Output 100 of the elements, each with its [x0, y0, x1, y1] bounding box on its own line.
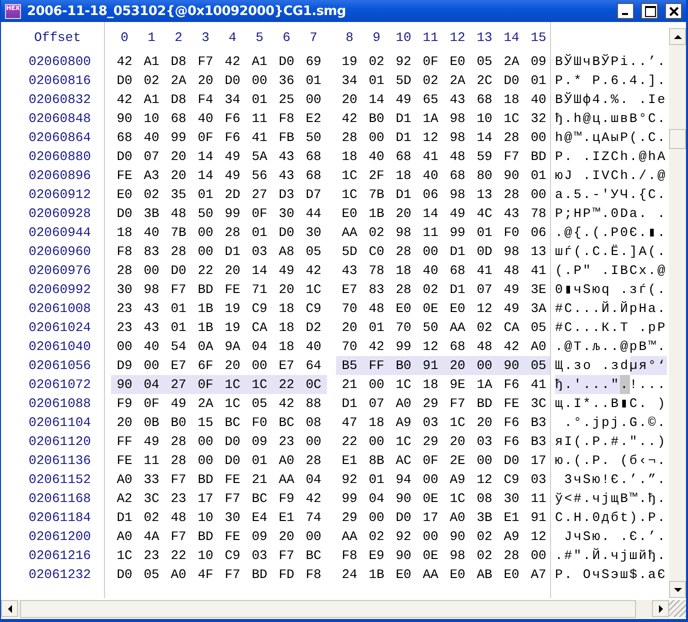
- hex-byte: 3C: [530, 395, 548, 413]
- hex-byte: 90: [448, 528, 466, 546]
- hex-byte: B0: [368, 110, 386, 128]
- text-preview: #C...К.Т .pP: [554, 319, 668, 337]
- hex-byte: 00: [142, 357, 160, 375]
- hex-byte: E0: [116, 186, 134, 204]
- hex-byte: 50: [196, 205, 214, 223]
- hex-byte: 68: [448, 262, 466, 280]
- hex-byte: 23: [170, 490, 188, 508]
- hex-byte: D7: [304, 186, 322, 204]
- offset-cell-text: 02061216: [28, 547, 92, 565]
- hex-byte: 02: [368, 224, 386, 242]
- hex-byte: 30: [278, 205, 296, 223]
- column-header: 15: [530, 30, 548, 44]
- hex-byte: 1C: [394, 433, 412, 451]
- hex-byte: E7: [278, 357, 296, 375]
- hex-byte: 14: [250, 262, 268, 280]
- hex-byte: E7: [340, 281, 358, 299]
- hex-byte: 20: [116, 414, 134, 432]
- hex-byte: 06: [422, 186, 440, 204]
- hex-byte: 0F: [192, 375, 219, 394]
- hex-byte: E9: [368, 547, 386, 565]
- hex-byte: F8: [340, 547, 358, 565]
- hex-byte: D0: [278, 224, 296, 242]
- hex-byte: F6: [502, 376, 520, 394]
- hex-byte: 05: [525, 356, 550, 375]
- hex-byte: D0: [116, 205, 134, 223]
- hex-byte: 34: [340, 72, 358, 90]
- hex-byte: 1C: [219, 375, 246, 394]
- hex-byte: 43: [340, 262, 358, 280]
- hex-byte: 18: [502, 91, 520, 109]
- hex-byte: D0: [502, 72, 520, 90]
- hex-byte: 12: [476, 300, 494, 318]
- close-button[interactable]: [665, 3, 682, 19]
- hex-byte: 4A: [142, 528, 160, 546]
- hex-byte: 33: [142, 471, 160, 489]
- hex-byte: 14: [476, 129, 494, 147]
- hex-byte: 40: [196, 110, 214, 128]
- text-preview: Р;HP™.0Dа. .: [554, 205, 668, 223]
- hex-byte: 9E: [448, 376, 466, 394]
- hex-byte: 41: [250, 129, 268, 147]
- hex-byte: 12: [422, 338, 440, 356]
- hex-byte: BC: [224, 414, 242, 432]
- scroll-right-button[interactable]: [652, 600, 669, 617]
- hex-byte: 2E: [448, 452, 466, 470]
- column-header: 7: [308, 30, 318, 44]
- hex-byte: 28: [170, 243, 188, 261]
- hex-byte: E1: [340, 452, 358, 470]
- hex-byte: 36: [278, 72, 296, 90]
- hex-byte: 00: [368, 129, 386, 147]
- hex-byte: D0: [116, 72, 134, 90]
- hex-byte: 90: [394, 490, 412, 508]
- offset-cell-text: 02061200: [28, 528, 92, 546]
- hex-byte: 22: [340, 433, 358, 451]
- scroll-up-button[interactable]: [669, 28, 686, 45]
- hex-byte: 2A: [502, 53, 520, 71]
- hex-byte: 88: [304, 395, 322, 413]
- hex-byte: FE: [116, 452, 134, 470]
- hex-byte: 44: [304, 205, 322, 223]
- hex-byte: 99: [224, 205, 242, 223]
- minimize-button[interactable]: [617, 3, 634, 19]
- scrollbar-thumb[interactable]: [669, 129, 686, 149]
- hex-byte: 14: [196, 167, 214, 185]
- hex-byte: 22: [170, 547, 188, 565]
- hex-byte: 3B: [476, 509, 494, 527]
- hex-byte: 83: [368, 281, 386, 299]
- column-header: 8: [344, 30, 354, 44]
- hex-byte: 78: [368, 262, 386, 280]
- offset-cell-text: 02060944: [28, 224, 92, 242]
- hex-byte: 17: [530, 452, 548, 470]
- hex-byte: 01: [170, 319, 188, 337]
- text-preview: BЎШчBЎРi..’.: [554, 53, 668, 71]
- maximize-button[interactable]: [641, 3, 658, 19]
- hex-byte: 01: [196, 186, 214, 204]
- hex-byte: D0: [278, 53, 296, 71]
- hex-byte: F6: [224, 129, 242, 147]
- vertical-scrollbar[interactable]: [669, 28, 686, 598]
- hex-byte: 01: [304, 72, 322, 90]
- scroll-down-button[interactable]: [669, 581, 686, 598]
- hex-byte: B0: [390, 356, 417, 375]
- hex-byte: 3B: [142, 205, 160, 223]
- hex-byte: 59: [476, 148, 494, 166]
- hex-byte: FE: [224, 528, 242, 546]
- size-grip[interactable]: [669, 600, 686, 617]
- hex-byte: 70: [340, 300, 358, 318]
- hex-byte: 41: [530, 262, 548, 280]
- hex-byte: 01: [250, 91, 268, 109]
- hex-byte: 68: [304, 148, 322, 166]
- hex-byte: 11: [250, 110, 268, 128]
- hex-byte: E0: [340, 205, 358, 223]
- hex-byte: 14: [196, 148, 214, 166]
- hex-byte: F8: [116, 243, 134, 261]
- hex-byte: D1: [224, 243, 242, 261]
- hex-byte: D1: [448, 243, 466, 261]
- hex-byte: D0: [502, 452, 520, 470]
- scroll-left-button[interactable]: [1, 600, 18, 617]
- hex-byte: 17: [196, 490, 214, 508]
- text-preview: JчЅю. .Є.’.: [563, 528, 668, 546]
- offset-cell-text: 02060992: [28, 281, 92, 299]
- hex-byte: 2A: [170, 72, 188, 90]
